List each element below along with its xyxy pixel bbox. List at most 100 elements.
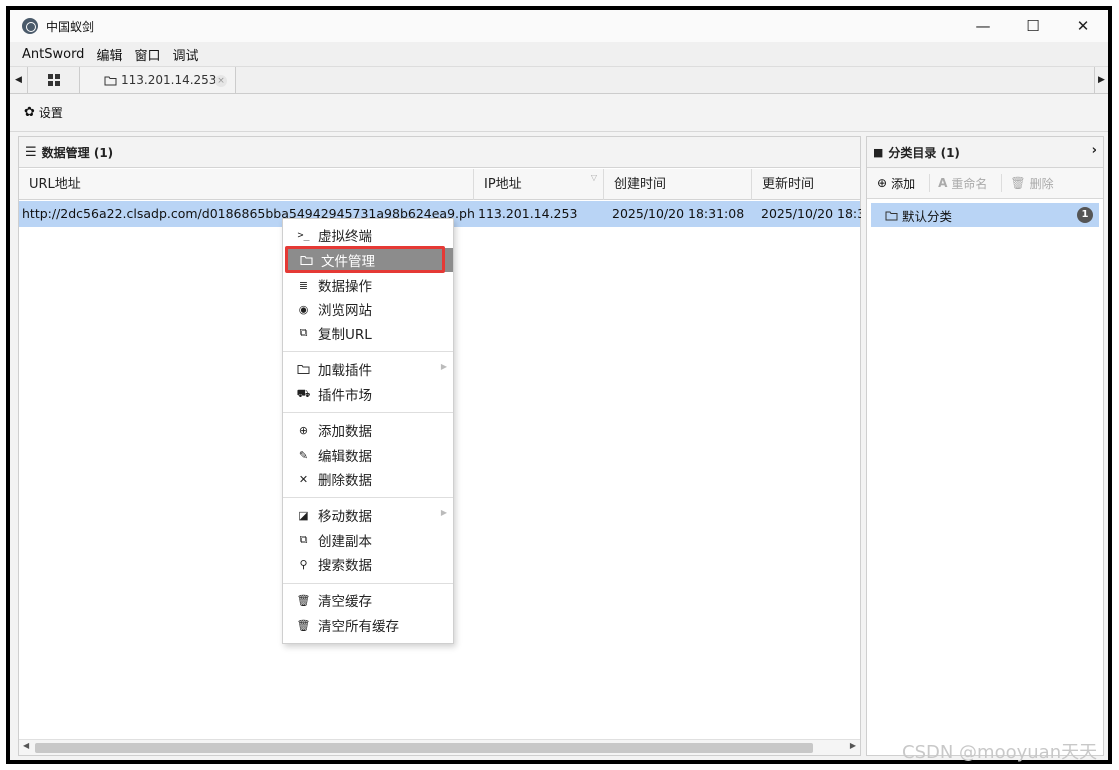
tab-shell[interactable]: 113.201.14.253 × xyxy=(80,67,236,93)
category-toolbar: ⊕ 添加 A 重命名 🗑 删除 xyxy=(867,168,1103,199)
context-menu: >_ 虚拟终端 文件管理 ≣ 数据操作 ◉ 浏览网站 ⧉ 复制URL 加载插件 … xyxy=(282,218,454,644)
column-url[interactable]: URL地址 xyxy=(19,169,474,200)
category-label: 默认分类 xyxy=(902,208,953,224)
close-button[interactable]: ✕ xyxy=(1058,10,1108,42)
times-icon: ✕ xyxy=(298,472,309,486)
menu-item-virtual-terminal[interactable]: >_ 虚拟终端 xyxy=(283,223,453,247)
category-item[interactable]: 默认分类 1 xyxy=(871,203,1099,227)
antsword-logo-icon xyxy=(22,18,38,34)
add-category-button[interactable]: ⊕ 添加 xyxy=(877,174,931,192)
trash-icon: 🗑 xyxy=(1010,176,1026,190)
data-panel-title: 数据管理 (1) xyxy=(41,145,114,160)
gear-icon: ✿ xyxy=(24,105,35,120)
menu-item-data-operation[interactable]: ≣ 数据操作 xyxy=(283,273,453,297)
menu-antsword[interactable]: AntSword xyxy=(16,47,90,62)
terminal-icon: >_ xyxy=(297,229,310,241)
folder-icon xyxy=(104,76,117,85)
chrome-icon: ◉ xyxy=(298,302,309,316)
submenu-arrow-icon: ▶ xyxy=(440,508,447,517)
menu-debug[interactable]: 调试 xyxy=(166,45,204,64)
plus-circle-icon: ⊕ xyxy=(298,423,309,437)
tab-bar: ◀ 113.201.14.253 × ▶ xyxy=(10,66,1108,94)
menu-item-label: 删除数据 xyxy=(318,473,372,489)
rename-category-button[interactable]: A 重命名 xyxy=(938,174,1003,192)
menu-item-label: 编辑数据 xyxy=(318,449,372,465)
menu-item-label: 复制URL xyxy=(318,327,372,343)
data-panel-header: ☰ 数据管理 (1) xyxy=(19,137,860,168)
menu-item-browse-site[interactable]: ◉ 浏览网站 xyxy=(283,297,453,321)
rename-category-label: 重命名 xyxy=(951,176,988,191)
menu-item-clear-all-cache[interactable]: 🗑 清空所有缓存 xyxy=(283,613,453,637)
menu-item-label: 清空缓存 xyxy=(318,594,372,610)
menu-separator xyxy=(283,583,453,584)
menu-item-label: 清空所有缓存 xyxy=(318,619,399,635)
move-icon: ◪ xyxy=(298,508,309,522)
menu-item-edit-data[interactable]: ✎ 编辑数据 xyxy=(283,443,453,467)
sort-icon: ▽ xyxy=(590,173,597,182)
category-panel-header: ■ 分类目录 (1) › xyxy=(867,137,1103,168)
menu-item-label: 搜索数据 xyxy=(318,558,372,574)
edit-icon: ✎ xyxy=(298,448,309,462)
menu-item-clear-cache[interactable]: 🗑 清空缓存 xyxy=(283,588,453,612)
menu-item-add-data[interactable]: ⊕ 添加数据 xyxy=(283,418,453,442)
app-window: 中国蚁剑 — ☐ ✕ AntSword 编辑 窗口 调试 ◀ 113.201.1… xyxy=(10,10,1108,760)
menu-item-move-data[interactable]: ◪ 移动数据 ▶ xyxy=(283,503,453,527)
horizontal-scrollbar[interactable]: ◀ ▶ xyxy=(19,739,860,755)
tab-home[interactable] xyxy=(28,67,80,93)
plus-circle-icon: ⊕ xyxy=(877,176,888,190)
delete-category-label: 删除 xyxy=(1029,176,1054,191)
menu-item-label: 浏览网站 xyxy=(318,303,372,319)
tab-close-button[interactable]: × xyxy=(215,75,227,87)
collapse-arrow-icon[interactable]: › xyxy=(1092,143,1097,158)
list-icon: ☰ xyxy=(25,144,37,160)
column-ip-label: IP地址 xyxy=(484,177,522,192)
maximize-button[interactable]: ☐ xyxy=(1008,10,1058,42)
menu-item-label: 移动数据 xyxy=(318,509,372,525)
settings-button[interactable]: ✿ 设置 xyxy=(24,104,63,121)
tab-scroll-right-button[interactable]: ▶ xyxy=(1094,67,1108,93)
settings-label: 设置 xyxy=(38,106,63,120)
submenu-arrow-icon: ▶ xyxy=(440,362,447,371)
menu-separator xyxy=(283,412,453,413)
title-bar: 中国蚁剑 — ☐ ✕ xyxy=(10,10,1108,42)
table-header: URL地址 IP地址 ▽ 创建时间 更新时间 xyxy=(19,169,860,200)
tab-scroll-left-button[interactable]: ◀ xyxy=(10,67,28,93)
scroll-left-icon[interactable]: ◀ xyxy=(23,741,29,750)
grid-icon xyxy=(47,74,60,86)
menu-item-label: 虚拟终端 xyxy=(318,229,372,245)
column-ip[interactable]: IP地址 ▽ xyxy=(474,169,604,200)
scrollbar-thumb[interactable] xyxy=(35,743,813,753)
column-created[interactable]: 创建时间 xyxy=(604,169,752,200)
menu-item-create-copy[interactable]: ⧉ 创建副本 xyxy=(283,528,453,552)
menu-window[interactable]: 窗口 xyxy=(128,45,166,64)
minimize-button[interactable]: — xyxy=(958,10,1008,42)
menu-item-copy-url[interactable]: ⧉ 复制URL xyxy=(283,321,453,345)
menu-item-delete-data[interactable]: ✕ 删除数据 xyxy=(283,467,453,491)
folder-solid-icon: ■ xyxy=(873,145,884,159)
scroll-right-icon[interactable]: ▶ xyxy=(850,741,856,750)
menu-item-plugin-market[interactable]: ⛟ 插件市场 xyxy=(283,382,453,406)
menu-edit[interactable]: 编辑 xyxy=(90,45,128,64)
category-panel-title: 分类目录 (1) xyxy=(888,145,960,160)
category-panel: ■ 分类目录 (1) › ⊕ 添加 A 重命名 🗑 删除 默认分类 1 xyxy=(866,136,1104,756)
menu-item-label: 插件市场 xyxy=(318,388,372,404)
database-icon: ≣ xyxy=(298,278,309,292)
delete-category-button[interactable]: 🗑 删除 xyxy=(1010,174,1067,192)
menu-item-label: 创建副本 xyxy=(318,534,372,550)
font-icon: A xyxy=(938,176,948,190)
menu-separator xyxy=(283,497,453,498)
menu-item-load-plugin[interactable]: 加载插件 ▶ xyxy=(283,357,453,381)
search-icon: ⚲ xyxy=(299,557,308,571)
window-frame: 中国蚁剑 — ☐ ✕ AntSword 编辑 窗口 调试 ◀ 113.201.1… xyxy=(6,6,1112,764)
menu-item-search-data[interactable]: ⚲ 搜索数据 xyxy=(283,552,453,576)
cell-ip: 113.201.14.253 xyxy=(478,206,578,221)
menu-item-label: 加载插件 xyxy=(318,363,372,379)
window-title: 中国蚁剑 xyxy=(46,19,95,34)
menu-separator xyxy=(283,351,453,352)
column-updated[interactable]: 更新时间 xyxy=(752,169,862,200)
cart-icon: ⛟ xyxy=(296,386,311,400)
folder-icon xyxy=(885,211,898,220)
menu-item-label: 添加数据 xyxy=(318,424,372,440)
copy-icon: ⧉ xyxy=(299,533,308,546)
copy-icon: ⧉ xyxy=(299,326,308,339)
